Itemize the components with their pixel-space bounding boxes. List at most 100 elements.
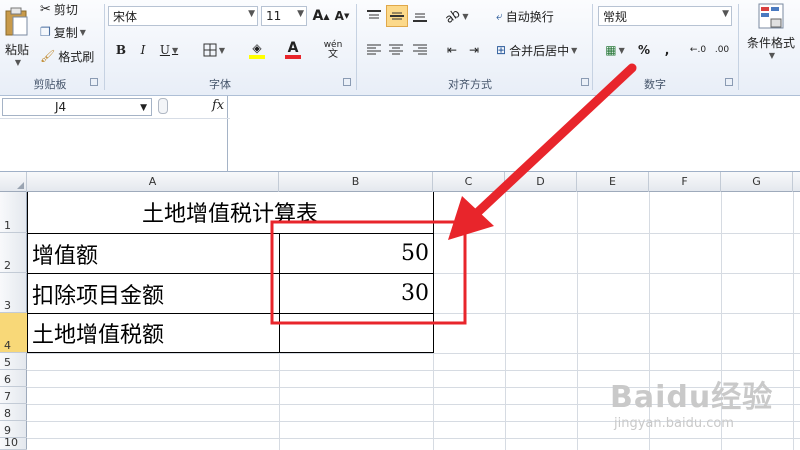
orientation-button[interactable]: ab ▼ [442,5,470,27]
number-format-select[interactable]: 常规 ▼ [598,6,732,26]
cell-a1-title[interactable]: 土地增值税计算表 [27,194,433,230]
chevron-down-icon: ▼ [722,9,729,19]
row-header-10[interactable]: 10 [0,438,27,450]
column-header-c[interactable]: C [433,172,505,192]
font-launcher-icon[interactable] [343,78,351,86]
shrink-font-button[interactable]: A ▼ [334,6,350,26]
decrease-decimal-button[interactable]: .00 [712,40,732,60]
underline-icon: U [159,43,170,57]
align-top-button[interactable] [364,6,384,26]
row-header-1[interactable]: 1 [0,192,27,233]
row-header-8[interactable]: 8 [0,404,27,421]
cell-b4[interactable] [281,314,429,352]
increase-decimal-icon: ←.0 [689,45,707,55]
comma-icon: , [664,43,670,57]
cell-a2[interactable]: 增值额 [32,234,278,273]
decrease-indent-icon: ⇤ [446,43,458,57]
font-family-select[interactable]: 宋体 ▼ [108,6,258,26]
wrap-text-label: 自动换行 [505,9,554,24]
font-size-value: 11 [266,9,282,23]
align-middle-button[interactable] [386,5,408,27]
clipboard-launcher-icon[interactable] [90,78,98,86]
font-family-value: 宋体 [113,9,138,24]
paste-button[interactable]: 粘贴 ▼ [2,2,32,72]
row-header-9[interactable]: 9 [0,421,27,438]
borders-button[interactable]: ▼ [200,40,228,60]
align-center-button[interactable] [386,40,406,60]
wrap-text-icon: ⤶ [496,8,503,23]
comma-style-button[interactable]: , [660,40,674,60]
conditional-format-button[interactable]: 条件格式 ▼ [742,2,800,70]
fill-color-button[interactable]: ◈ [243,38,271,62]
italic-icon: I [140,43,146,57]
copy-label: 复制 [53,25,78,40]
underline-button[interactable]: U ▼ [156,40,182,60]
row-header-7[interactable]: 7 [0,387,27,404]
clipboard-group-label: 剪贴板 [33,78,67,91]
watermark-brand: Baidu经验 [610,380,774,415]
format-painter-button[interactable]: 🖌 格式刷 [40,47,94,65]
name-box[interactable]: J4 ▼ [2,98,152,116]
row-header-6[interactable]: 6 [0,370,27,387]
chevron-down-icon[interactable]: ▼ [80,28,86,37]
fx-icon[interactable]: fx [212,98,224,113]
increase-indent-button[interactable]: ⇥ [464,40,484,60]
conditional-format-icon [758,3,784,29]
font-color-button[interactable]: A [279,38,307,62]
percent-button[interactable]: % [636,40,652,60]
bold-icon: B [115,43,127,57]
fill-bucket-icon: ◈ [252,41,262,55]
wrap-text-button[interactable]: ⤶ 自动换行 [496,6,554,26]
accounting-format-button[interactable]: ▦ ▼ [600,40,630,60]
column-headers: A B C D E F G [0,172,800,192]
text-orientation-icon: ab [442,5,464,27]
increase-indent-icon: ⇥ [468,43,480,57]
cell-b2[interactable]: 50 [281,234,429,273]
decrease-decimal-icon: .00 [714,45,730,55]
watermark-url: jingyan.baidu.com [614,416,734,431]
bold-button[interactable]: B [112,40,130,60]
chevron-down-icon[interactable]: ▼ [571,46,577,55]
font-color-icon: A [287,40,299,56]
formula-input[interactable] [232,98,798,168]
increase-decimal-button[interactable]: ←.0 [688,40,708,60]
align-center-icon [389,44,403,55]
paste-label: 粘贴 [4,43,29,57]
format-painter-label: 格式刷 [58,49,95,64]
number-launcher-icon[interactable] [725,78,733,86]
chevron-down-icon: ▼ [140,103,147,113]
align-right-icon [413,44,427,55]
grow-font-button[interactable]: A ▲ [312,6,330,26]
align-right-button[interactable] [410,40,430,60]
brush-icon: 🖌 [40,49,56,63]
chevron-down-icon[interactable]: ▼ [15,58,21,67]
cell-a3[interactable]: 扣除项目金额 [32,274,278,313]
select-all-corner[interactable] [0,172,27,192]
column-header-d[interactable]: D [505,172,577,192]
copy-button[interactable]: ❐ 复制 ▼ [40,23,86,41]
column-header-b[interactable]: B [279,172,433,192]
column-header-a[interactable]: A [27,172,279,192]
row-header-5[interactable]: 5 [0,353,27,370]
align-left-button[interactable] [364,40,384,60]
cut-button[interactable]: ✂ 剪切 [40,0,78,18]
cell-b3[interactable]: 30 [281,274,429,313]
align-bottom-button[interactable] [410,6,430,26]
paste-icon [5,7,28,36]
merge-center-button[interactable]: ⊞ 合并后居中 ▼ [496,40,577,60]
column-header-e[interactable]: E [577,172,649,192]
row-header-2[interactable]: 2 [0,233,27,273]
alignment-launcher-icon[interactable] [581,78,589,86]
row-header-4[interactable]: 4 [0,313,27,353]
decrease-indent-button[interactable]: ⇤ [442,40,462,60]
column-header-f[interactable]: F [649,172,721,192]
phonetic-button[interactable]: wén 文 [318,40,348,60]
font-size-select[interactable]: 11 ▼ [261,6,307,26]
shrink-font-icon: A [334,9,344,23]
row-header-3[interactable]: 3 [0,273,27,313]
scissors-icon: ✂ [40,1,51,17]
italic-button[interactable]: I [134,40,152,60]
merge-icon: ⊞ [496,43,507,57]
cell-a4[interactable]: 土地增值税额 [32,314,278,352]
column-header-g[interactable]: G [721,172,793,192]
